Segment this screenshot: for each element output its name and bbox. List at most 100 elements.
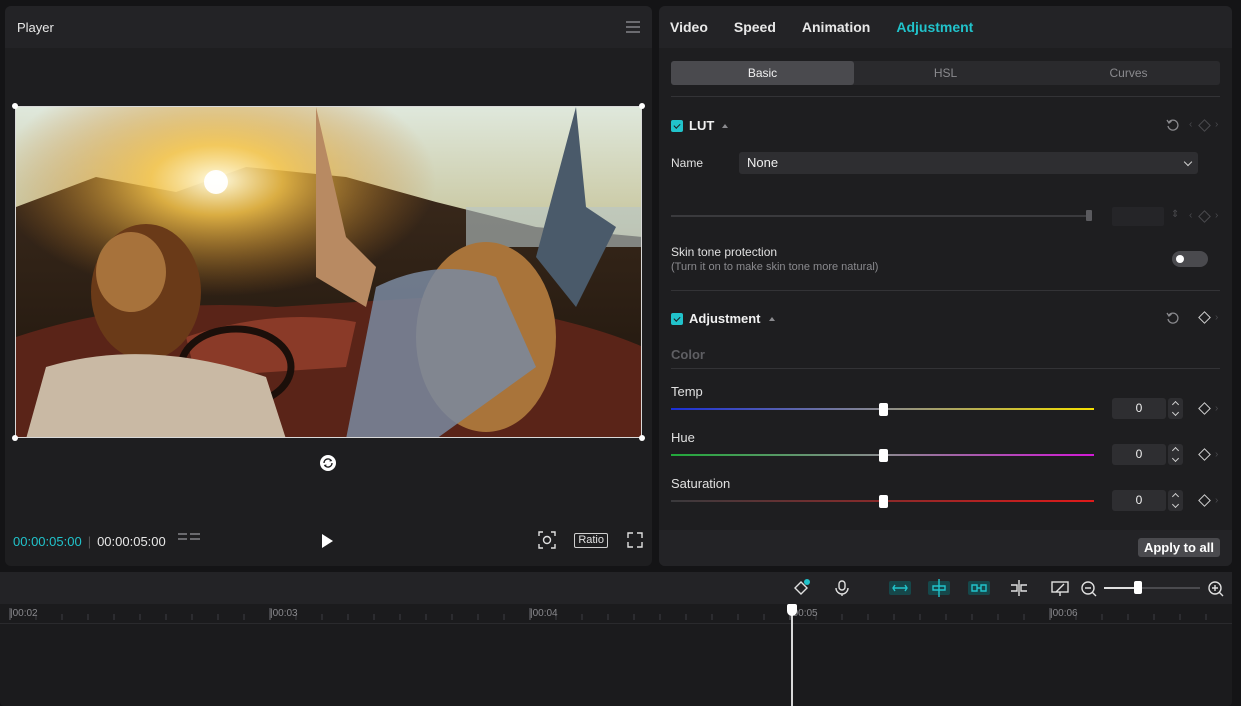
divider — [671, 96, 1220, 97]
tab-video[interactable]: Video — [670, 19, 708, 35]
timecode-current: 00:00:05:00 — [13, 533, 82, 549]
chevron-down-icon — [1183, 157, 1193, 167]
lut-title: LUT — [689, 118, 715, 133]
player-footer: 00:00:05:00 | 00:00:05:00 Ratio — [5, 516, 652, 566]
divider — [671, 290, 1220, 291]
keyframe-icon — [1198, 210, 1211, 223]
tab-speed[interactable]: Speed — [734, 19, 776, 35]
rotate-icon[interactable] — [320, 455, 336, 471]
player-title: Player — [17, 19, 54, 35]
adjustment-title: Adjustment — [689, 311, 761, 326]
timecode-separator: | — [87, 533, 92, 549]
prev-keyframe-icon: ‹ — [1189, 119, 1193, 130]
preview-axis-icon[interactable] — [1050, 579, 1070, 597]
resize-handle[interactable] — [639, 435, 645, 441]
saturation-slider-knob[interactable] — [878, 495, 888, 508]
zoom-slider-fill — [1104, 587, 1138, 589]
auto-snap-icon[interactable] — [928, 579, 950, 597]
next-keyframe-icon: › — [1215, 495, 1219, 506]
tick-label: |00:04 — [530, 608, 558, 619]
video-preview[interactable] — [15, 106, 642, 438]
tick-label: |00:06 — [1050, 608, 1078, 619]
fit-screen-icon[interactable] — [538, 531, 557, 549]
temp-stepper[interactable] — [1168, 398, 1183, 419]
zoom-out-icon[interactable] — [1080, 579, 1098, 597]
split-icon[interactable] — [1009, 579, 1029, 597]
adjustment-section-header: Adjustment — [671, 311, 775, 326]
reset-icon[interactable] — [1166, 118, 1180, 132]
saturation-stepper[interactable] — [1168, 490, 1183, 511]
playhead-handle[interactable] — [787, 604, 797, 616]
lut-name-value: None — [747, 155, 779, 170]
player-header: Player — [5, 6, 652, 48]
temp-value-input[interactable]: 0 — [1112, 398, 1166, 419]
adjustment-checkbox[interactable] — [671, 312, 683, 325]
player-panel: Player 00:00:05:00 | 00:00:05:00 Ratio — [5, 6, 652, 566]
subtab-basic[interactable]: Basic — [671, 61, 854, 85]
hue-slider[interactable] — [671, 449, 1094, 462]
main-track-magnet-icon[interactable] — [889, 579, 911, 597]
playhead[interactable] — [791, 604, 793, 706]
zoom-slider-knob[interactable] — [1133, 581, 1142, 594]
properties-footer: Apply to all — [659, 530, 1232, 566]
resize-handle[interactable] — [639, 103, 645, 109]
subtab-curves[interactable]: Curves — [1037, 61, 1220, 85]
tick-label: |00:03 — [270, 608, 298, 619]
properties-panel: Video Speed Animation Adjustment Basic H… — [659, 6, 1232, 566]
next-keyframe-icon: › — [1215, 403, 1219, 414]
resize-handle[interactable] — [12, 435, 18, 441]
keyframe-icon[interactable] — [1198, 448, 1211, 461]
fullscreen-icon[interactable] — [626, 531, 644, 549]
saturation-slider[interactable] — [671, 495, 1094, 508]
timeline-ruler[interactable]: |00:02 |00:03 |00:04 |00:05 |00:06 — [0, 604, 1232, 624]
prev-keyframe-icon: ‹ — [1189, 210, 1193, 221]
keyframe-icon[interactable] — [1198, 402, 1211, 415]
resize-handle[interactable] — [12, 103, 18, 109]
timeline-panel: |00:02 |00:03 |00:04 |00:05 |00:06 — [0, 572, 1232, 706]
keyframe-icon[interactable] — [1198, 311, 1211, 324]
timeline-toolbar — [0, 572, 1232, 604]
apply-to-all-button[interactable]: Apply to all — [1137, 538, 1220, 557]
timecode-total: 00:00:05:00 — [97, 533, 166, 549]
zoom-in-icon[interactable] — [1207, 579, 1225, 597]
ratio-button[interactable]: Ratio — [574, 532, 608, 548]
adjustment-subtabs: Basic HSL Curves — [671, 61, 1220, 85]
lut-intensity-input — [1112, 207, 1164, 226]
reset-icon[interactable] — [1166, 311, 1180, 325]
ruler-ticks — [9, 608, 1207, 620]
tab-animation[interactable]: Animation — [802, 19, 870, 35]
lut-name-select[interactable]: None — [739, 152, 1198, 174]
video-frame-image — [16, 107, 641, 437]
microphone-icon[interactable] — [833, 579, 851, 597]
next-keyframe-icon: › — [1215, 210, 1219, 221]
temp-label: Temp — [671, 384, 703, 399]
frame-grid-icon[interactable] — [177, 533, 200, 549]
hue-slider-knob[interactable] — [878, 449, 888, 462]
skin-tone-label: Skin tone protection — [671, 245, 778, 259]
menu-icon[interactable] — [626, 21, 640, 33]
next-keyframe-icon: › — [1215, 312, 1219, 323]
collapse-caret-icon[interactable] — [768, 316, 775, 321]
skin-tone-toggle[interactable] — [1172, 251, 1208, 267]
saturation-value-input[interactable]: 0 — [1112, 490, 1166, 511]
hue-stepper[interactable] — [1168, 444, 1183, 465]
subtab-hsl[interactable]: HSL — [854, 61, 1037, 85]
keyframe-icon[interactable] — [1198, 494, 1211, 507]
hue-value-input[interactable]: 0 — [1112, 444, 1166, 465]
lut-name-label: Name — [671, 156, 704, 170]
lut-checkbox[interactable] — [671, 119, 683, 132]
lut-intensity-slider — [671, 215, 1089, 217]
next-keyframe-icon: › — [1215, 449, 1219, 460]
tab-adjustment[interactable]: Adjustment — [896, 19, 973, 35]
skin-tone-hint: (Turn it on to make skin tone more natur… — [671, 261, 879, 273]
play-icon[interactable] — [322, 534, 333, 548]
next-keyframe-icon: › — [1215, 119, 1219, 130]
stepper-icon: ⇕ — [1171, 209, 1180, 220]
property-tabs: Video Speed Animation Adjustment — [659, 6, 1232, 48]
temp-slider-knob[interactable] — [878, 403, 888, 416]
tick-label: |00:02 — [10, 608, 38, 619]
linkage-icon[interactable] — [968, 579, 990, 597]
temp-slider[interactable] — [671, 403, 1094, 416]
auto-caption-icon[interactable] — [792, 579, 810, 597]
collapse-caret-icon[interactable] — [722, 123, 729, 128]
